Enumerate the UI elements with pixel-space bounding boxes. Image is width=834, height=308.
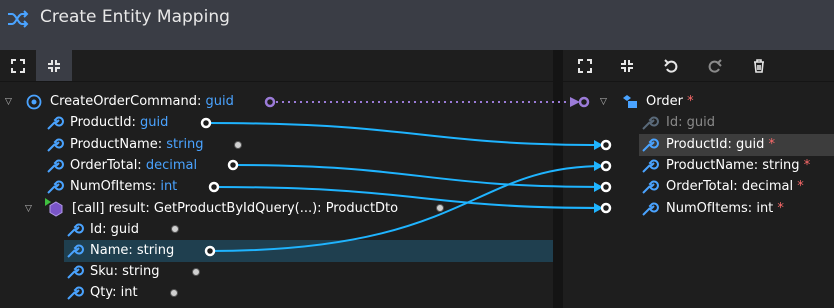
mapping-productid [205, 122, 605, 146]
target-connector-numofitems [600, 202, 612, 214]
source-connector-productid [200, 117, 212, 129]
source-connector-qty [170, 289, 178, 297]
target-connector-productid [600, 139, 612, 151]
source-connector-root [264, 96, 276, 108]
source-connector-ordertotal [227, 159, 239, 171]
mapping-connectors [170, 96, 612, 297]
source-connector-name [204, 245, 216, 257]
source-connector-productname [234, 141, 242, 149]
target-connector-root [578, 96, 590, 108]
mapping-name [209, 165, 605, 252]
source-connector-numofitems [208, 181, 220, 193]
root-arrow-icon [570, 97, 580, 107]
mapping-ordertotal [232, 164, 605, 188]
mapping-numofitems [213, 186, 605, 209]
target-connector-ordertotal [600, 181, 612, 193]
source-connector-id [171, 225, 179, 233]
target-connector-productname [600, 160, 612, 172]
source-connector-call [436, 204, 444, 212]
source-connector-sku [192, 268, 200, 276]
